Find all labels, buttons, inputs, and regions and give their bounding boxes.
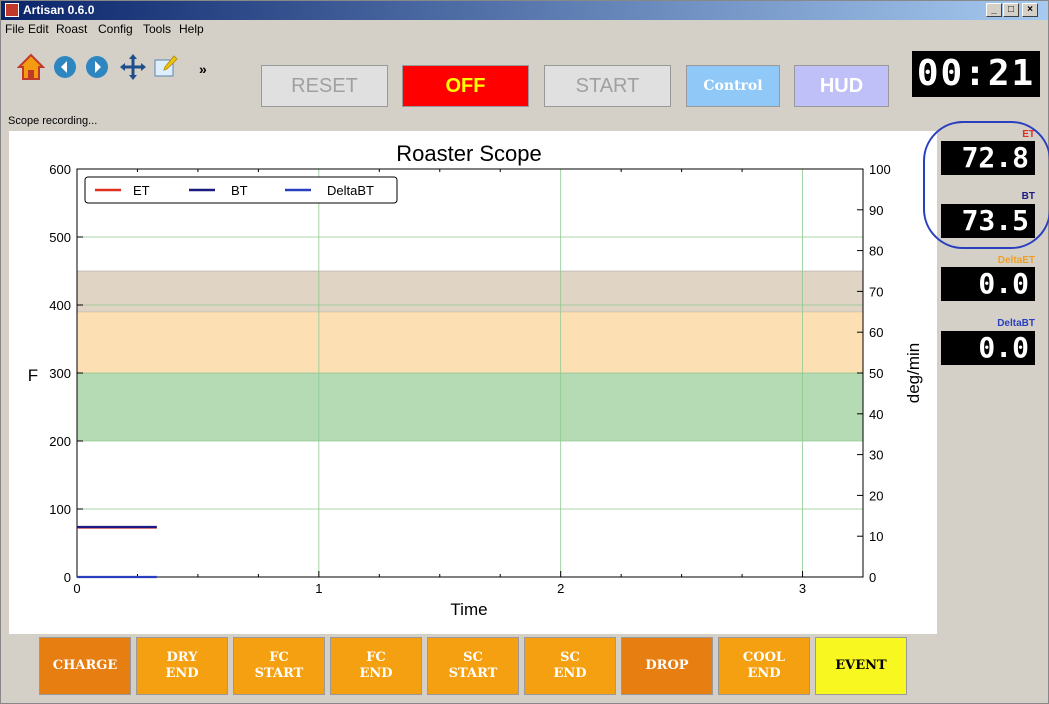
phase-band-2: [77, 271, 863, 312]
plot-area: 0 100 200 300 400 500 600 0 10 20 30 40 50 60 70 80 90 10…: [9, 131, 937, 634]
x-axis-label: Time: [450, 600, 487, 619]
event-button-label: FC: [269, 650, 289, 665]
event-button-fc-end[interactable]: FC END: [330, 637, 422, 695]
event-button-drop[interactable]: DROP: [621, 637, 713, 695]
y-tick-label: 400: [49, 298, 71, 313]
event-buttons-bar: CHARGE DRY END FC START FC END SC START SC END DROP…: [39, 637, 919, 697]
x-tick-label: 1: [315, 581, 322, 596]
legend: ET BT DeltaBT: [84, 176, 398, 204]
event-button-label: SC: [463, 650, 483, 665]
minimize-button[interactable]: _: [986, 3, 1002, 17]
pan-icon[interactable]: [119, 53, 147, 81]
y2-tick-label: 10: [869, 529, 883, 544]
hand-drawn-circle-annotation: [923, 121, 1049, 249]
y2-tick-label: 0: [869, 570, 876, 585]
y2-tick-label: 50: [869, 366, 883, 381]
event-button-label: START: [254, 666, 304, 681]
y-tick-label: 500: [49, 230, 71, 245]
event-button-label: CHARGE: [52, 658, 118, 673]
timer-display: 00:21: [912, 51, 1040, 97]
app-window: Artisan 0.6.0 _ □ × File Edit Roast Conf…: [0, 0, 1049, 704]
delta-bt-readout-label: DeltaBT: [997, 318, 1035, 329]
x-tick-label: 2: [557, 581, 564, 596]
delta-bt-readout: 0.0: [941, 331, 1035, 365]
menu-config[interactable]: Config: [98, 22, 133, 36]
status-text: Scope recording...: [8, 115, 98, 127]
event-button-sc-start[interactable]: SC START: [427, 637, 519, 695]
phase-band-0: [77, 373, 863, 441]
y2-tick-label: 100: [869, 162, 891, 177]
event-button-event[interactable]: EVENT: [815, 637, 907, 695]
event-button-label: END: [165, 666, 199, 681]
event-button-label: FC: [366, 650, 386, 665]
edit-icon[interactable]: [151, 53, 179, 81]
menu-file[interactable]: File: [5, 22, 24, 36]
forward-icon[interactable]: [83, 53, 111, 81]
y2-tick-label: 60: [869, 325, 883, 340]
y-tick-label: 300: [49, 366, 71, 381]
event-button-charge[interactable]: CHARGE: [39, 637, 131, 695]
menu-edit[interactable]: Edit: [28, 22, 49, 36]
x-tick-label: 0: [73, 581, 80, 596]
control-button[interactable]: Control: [686, 65, 780, 107]
window-title: Artisan 0.6.0: [23, 3, 95, 17]
back-icon[interactable]: [51, 53, 79, 81]
maximize-button[interactable]: □: [1003, 3, 1019, 17]
app-icon: [5, 3, 19, 17]
event-button-dry-end[interactable]: DRY END: [136, 637, 228, 695]
phase-band-1: [77, 311, 863, 373]
delta-et-readout-label: DeltaET: [997, 255, 1035, 266]
event-button-label: END: [553, 666, 587, 681]
legend-label-bt: BT: [231, 183, 248, 198]
event-button-label: COOL: [742, 650, 786, 665]
reset-button[interactable]: RESET: [261, 65, 388, 107]
y-tick-label: 0: [64, 570, 71, 585]
event-button-fc-start[interactable]: FC START: [233, 637, 325, 695]
toolbar: » RESET OFF START Control HUD: [9, 41, 1049, 113]
hud-button[interactable]: HUD: [794, 65, 889, 107]
home-icon[interactable]: [17, 53, 45, 81]
menu-tools[interactable]: Tools: [143, 22, 171, 36]
y-tick-label: 200: [49, 434, 71, 449]
y2-tick-label: 40: [869, 407, 883, 422]
y2-tick-label: 20: [869, 488, 883, 503]
event-button-label: SC: [560, 650, 580, 665]
x-tick-label: 3: [799, 581, 806, 596]
y-tick-label: 100: [49, 502, 71, 517]
start-button[interactable]: START: [544, 65, 671, 107]
event-button-sc-end[interactable]: SC END: [524, 637, 616, 695]
y2-tick-label: 90: [869, 203, 883, 218]
event-button-label: END: [359, 666, 393, 681]
menu-help[interactable]: Help: [179, 22, 204, 36]
y2-tick-label: 70: [869, 284, 883, 299]
off-button[interactable]: OFF: [402, 65, 529, 107]
y2-tick-label: 80: [869, 244, 883, 259]
title-bar: Artisan 0.6.0 _ □ ×: [1, 1, 1048, 20]
y-tick-label: 600: [49, 162, 71, 177]
event-button-cool-end[interactable]: COOL END: [718, 637, 810, 695]
y-axis-label: F: [28, 366, 38, 385]
more-tools-button[interactable]: »: [199, 61, 207, 77]
menu-bar: File Edit Roast Config Tools Help: [1, 20, 1048, 38]
event-button-label: EVENT: [835, 658, 887, 673]
event-button-label: END: [747, 666, 781, 681]
roaster-scope-chart: 0100200300400500600010203040506070809010…: [28, 141, 923, 619]
close-button[interactable]: ×: [1022, 3, 1038, 17]
legend-label-deltabt: DeltaBT: [327, 183, 374, 198]
y2-axis-label: deg/min: [904, 343, 923, 403]
delta-et-readout: 0.0: [941, 267, 1035, 301]
legend-label-et: ET: [133, 183, 150, 198]
menu-roast[interactable]: Roast: [56, 22, 87, 36]
event-button-label: START: [448, 666, 498, 681]
chart-title: Roaster Scope: [396, 141, 542, 166]
event-button-label: DROP: [645, 658, 689, 673]
event-button-label: DRY: [166, 650, 198, 665]
y2-tick-label: 30: [869, 448, 883, 463]
